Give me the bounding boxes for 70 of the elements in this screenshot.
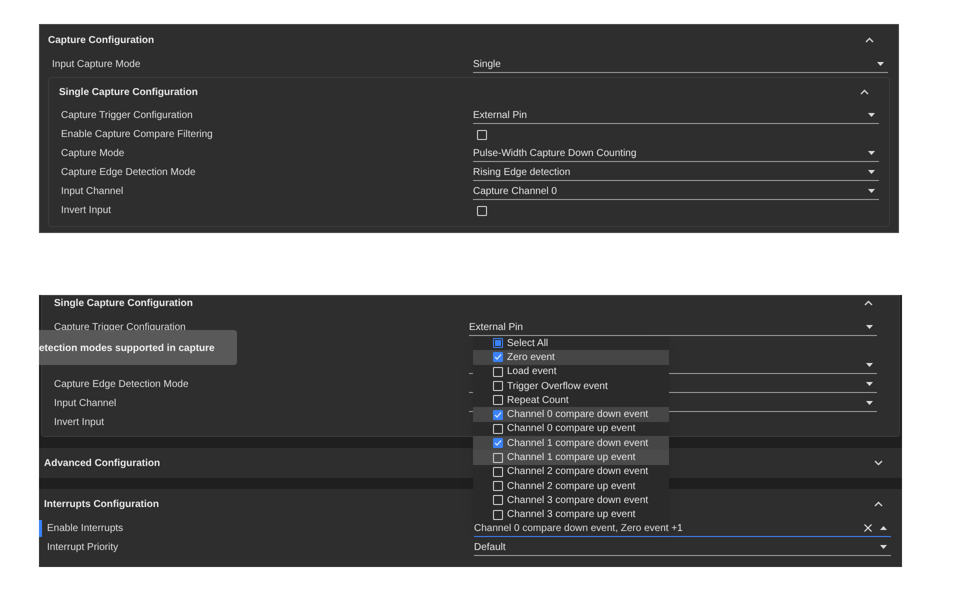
dropdown-option[interactable]: Zero event — [473, 350, 669, 365]
field-label: Enable Capture Compare Filtering — [61, 128, 213, 142]
chevron-up-icon[interactable] — [860, 89, 869, 95]
focus-indicator — [39, 520, 42, 537]
select-field[interactable]: Default — [474, 540, 891, 556]
select-field[interactable]: Rising Edge detection — [473, 164, 879, 180]
field-label: Input Channel — [54, 397, 116, 411]
caret-icon — [868, 189, 875, 193]
dropdown-option[interactable]: Channel 3 compare up event — [473, 508, 669, 522]
dropdown-option[interactable]: Channel 1 compare up event — [473, 450, 669, 465]
select-field[interactable]: External Pin — [473, 108, 879, 124]
dropdown-option[interactable]: Channel 0 compare up event — [473, 422, 669, 436]
checkbox[interactable] — [493, 381, 503, 392]
caret-icon — [866, 363, 873, 367]
dropdown-option[interactable]: Channel 3 compare down event — [473, 493, 669, 508]
select-field[interactable]: Capture Channel 0 — [473, 184, 879, 200]
dropdown-option[interactable]: Trigger Overflow event — [473, 378, 669, 394]
field-label: Capture Mode — [61, 147, 124, 161]
field-label: Input Capture Mode — [52, 58, 140, 72]
checkbox[interactable] — [477, 130, 487, 140]
section-title: Single Capture Configuration — [59, 86, 198, 100]
checkbox[interactable] — [493, 452, 503, 463]
caret-icon — [866, 382, 873, 386]
select-all-option[interactable]: Select All — [473, 336, 669, 350]
dropdown-option[interactable]: Channel 0 compare down event — [473, 407, 669, 422]
field-label: Interrupt Priority — [47, 541, 118, 555]
field-label: Enable Interrupts — [47, 522, 124, 536]
chevron-down-icon[interactable] — [874, 460, 883, 466]
caret-icon — [880, 526, 887, 530]
field-label: Invert Input — [61, 204, 112, 218]
checkbox[interactable] — [477, 206, 487, 216]
dropdown-option[interactable]: Load event — [473, 364, 669, 379]
caret-icon — [866, 401, 873, 405]
caret-icon — [868, 151, 875, 155]
checkbox[interactable] — [493, 410, 503, 420]
select-field[interactable]: Pulse-Width Capture Down Counting — [473, 146, 879, 162]
checkbox[interactable] — [493, 395, 503, 406]
dropdown-option[interactable]: Channel 2 compare down event — [473, 464, 669, 479]
caret-icon — [868, 170, 875, 174]
checkbox[interactable] — [493, 366, 503, 377]
chevron-up-icon[interactable] — [865, 37, 874, 43]
field-label: Input Channel — [61, 185, 124, 199]
section-title: Interrupts Configuration — [44, 498, 159, 512]
chevron-up-icon[interactable] — [874, 501, 883, 507]
tooltip: etection modes supported in capture — [39, 330, 237, 365]
field-label: Invert Input — [54, 416, 104, 430]
section-title: Single Capture Configuration — [54, 296, 193, 310]
caret-icon — [880, 545, 887, 549]
caret-icon — [868, 113, 875, 117]
checkbox[interactable] — [493, 495, 503, 506]
field-label: Capture Edge Detection Mode — [61, 166, 196, 180]
field-label: Capture Trigger Configuration — [61, 109, 193, 123]
caret-icon — [877, 62, 884, 66]
section-title: Advanced Configuration — [44, 456, 160, 470]
checkbox[interactable] — [493, 481, 503, 492]
chevron-up-icon[interactable] — [864, 300, 873, 306]
dropdown-option[interactable]: Channel 1 compare down event — [473, 436, 669, 450]
dropdown-option[interactable]: Channel 2 compare up event — [473, 478, 669, 494]
field-label: Capture Edge Detection Mode — [54, 378, 189, 392]
checkbox[interactable] — [493, 424, 503, 434]
select-field[interactable]: Single — [473, 56, 888, 72]
caret-icon — [866, 325, 873, 329]
checkbox[interactable] — [493, 338, 503, 348]
checkbox[interactable] — [493, 352, 503, 362]
checkbox[interactable] — [493, 438, 503, 448]
close-icon[interactable] — [864, 524, 872, 532]
dropdown-option[interactable]: Repeat Count — [473, 393, 669, 408]
section-title: Capture Configuration — [48, 34, 154, 48]
checkbox[interactable] — [493, 466, 503, 477]
checkbox[interactable] — [493, 510, 503, 520]
